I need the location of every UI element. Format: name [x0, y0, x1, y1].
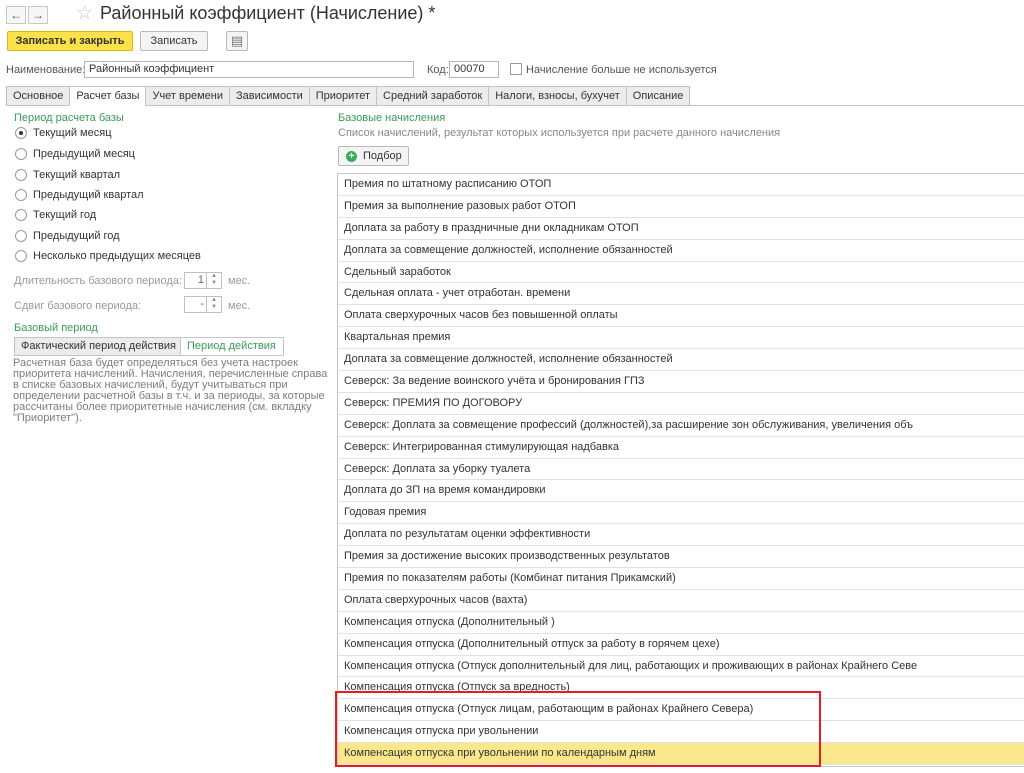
period-option-label: Текущий квартал [33, 169, 121, 181]
report-button[interactable]: ▤ [226, 31, 248, 51]
radio-icon [15, 148, 27, 160]
duration-stepper[interactable]: 1 ▲ ▼ [184, 272, 222, 289]
list-item[interactable]: Оплата сверхурочных часов без повышенной… [338, 305, 1024, 328]
shift-value: - [200, 298, 204, 310]
add-plus-icon: + [346, 150, 357, 162]
period-option-current-month[interactable]: Текущий месяц [15, 125, 112, 141]
period-option-current-quarter[interactable]: Текущий квартал [15, 167, 120, 183]
base-accruals-title: Базовые начисления [338, 112, 446, 124]
list-item[interactable]: Доплата по результатам оценки эффективно… [338, 524, 1024, 547]
period-option-label: Предыдущий месяц [33, 148, 135, 160]
list-item[interactable]: Доплата до ЗП на время командировки [338, 480, 1024, 503]
tab-bar: Основное Расчет базы Учет времени Зависи… [6, 86, 691, 106]
favorite-star-icon[interactable]: ☆ [76, 2, 93, 25]
list-item[interactable]: Премия по показателям работы (Комбинат п… [338, 568, 1024, 590]
list-item[interactable]: Компенсация отпуска при увольнении по ка… [338, 743, 1024, 766]
select-button[interactable]: + Подбор [338, 146, 409, 166]
list-item[interactable]: Премия по штатному расписанию ОТОП [338, 174, 1024, 196]
list-item[interactable]: Доплата за совмещение должностей, исполн… [338, 240, 1024, 262]
tab-taxes-accounting[interactable]: Налоги, взносы, бухучет [488, 86, 626, 106]
forward-arrow-icon: → [32, 8, 44, 22]
list-item[interactable]: Северск: Доплата за совмещение профессий… [338, 415, 1024, 437]
back-button[interactable]: ← [6, 6, 26, 24]
back-arrow-icon: ← [10, 8, 22, 22]
period-option-previous-quarter[interactable]: Предыдущий квартал [15, 187, 144, 203]
tab-average-earnings[interactable]: Средний заработок [376, 86, 489, 106]
actual-period-button[interactable]: Фактический период действия [14, 337, 181, 356]
select-button-label: Подбор [363, 150, 402, 162]
list-item[interactable]: Сдельный заработок [338, 262, 1024, 284]
list-item[interactable]: Доплата за работу в праздничные дни окла… [338, 218, 1024, 240]
tab-main[interactable]: Основное [6, 86, 70, 106]
period-option-label: Текущий месяц [33, 127, 112, 139]
action-period-button[interactable]: Период действия [180, 337, 284, 356]
tab-priority[interactable]: Приоритет [308, 86, 377, 106]
list-item[interactable]: Компенсация отпуска (Отпуск лицам, работ… [338, 699, 1024, 722]
radio-icon [15, 250, 27, 262]
duration-value: 1 [197, 274, 204, 286]
list-item[interactable]: Премия за достижение высоких производств… [338, 546, 1024, 569]
period-section-title: Период расчета базы [14, 112, 124, 124]
unused-checkbox-label: Начисление больше не используется [526, 64, 717, 76]
duration-label: Длительность базового периода: [14, 275, 183, 287]
list-item[interactable]: Компенсация отпуска (Отпуск дополнительн… [338, 656, 1024, 678]
period-option-previous-year[interactable]: Предыдущий год [15, 228, 120, 244]
stepper-arrows-icon[interactable]: ▲ ▼ [206, 297, 221, 312]
base-period-note: Расчетная база будет определяться без уч… [13, 357, 328, 424]
base-period-title: Базовый период [14, 322, 98, 334]
list-item[interactable]: Премия за выполнение разовых работ ОТОП [338, 196, 1024, 218]
radio-icon [15, 169, 27, 181]
list-item[interactable]: Компенсация отпуска (Дополнительный ) [338, 612, 1024, 634]
period-option-label: Предыдущий год [33, 230, 120, 242]
period-option-several-months[interactable]: Несколько предыдущих месяцев [15, 248, 201, 264]
code-label: Код: [427, 64, 449, 76]
stepper-arrows-icon[interactable]: ▲ ▼ [206, 273, 221, 288]
tab-time-tracking[interactable]: Учет времени [145, 86, 229, 106]
list-item[interactable]: Оплата сверхурочных часов (вахта) [338, 590, 1024, 612]
tab-base-calculation[interactable]: Расчет базы [69, 86, 146, 106]
list-item[interactable]: Компенсация отпуска (Отпуск за вредность… [338, 677, 1024, 700]
name-field[interactable]: Районный коэффициент [84, 61, 414, 78]
radio-icon [15, 189, 27, 201]
list-item[interactable]: Северск: Доплата за уборку туалета [338, 459, 1024, 481]
list-item[interactable]: Северск: Интегрированная стимулирующая н… [338, 437, 1024, 459]
tab-description[interactable]: Описание [625, 86, 691, 106]
period-option-label: Несколько предыдущих месяцев [33, 250, 201, 262]
list-item[interactable]: Квартальная премия [338, 327, 1024, 350]
radio-selected-icon [15, 127, 27, 139]
shift-stepper[interactable]: - ▲ ▼ [184, 296, 222, 313]
window-title: Районный коэффициент (Начисление) * [100, 3, 436, 23]
forward-button[interactable]: → [28, 6, 48, 24]
save-and-close-button[interactable]: Записать и закрыть [7, 31, 133, 51]
list-item[interactable]: Компенсация отпуска при увольнении [338, 721, 1024, 744]
period-option-current-year[interactable]: Текущий год [15, 207, 96, 223]
period-option-previous-month[interactable]: Предыдущий месяц [15, 146, 135, 162]
list-item[interactable]: Северск: ПРЕМИЯ ПО ДОГОВОРУ [338, 393, 1024, 415]
list-item[interactable]: Северск: За ведение воинского учёта и бр… [338, 371, 1024, 393]
radio-icon [15, 230, 27, 242]
name-label: Наименование: [6, 64, 86, 76]
duration-unit: мес. [228, 275, 251, 287]
shift-unit: мес. [228, 300, 251, 312]
radio-icon [15, 209, 27, 221]
base-accruals-subtitle: Список начислений, результат которых исп… [338, 127, 781, 139]
list-item[interactable]: Компенсация отпуска (Дополнительный отпу… [338, 634, 1024, 656]
save-button[interactable]: Записать [140, 31, 208, 51]
shift-label: Сдвиг базового периода: [14, 300, 142, 312]
code-field[interactable]: 00070 [449, 61, 499, 78]
period-option-label: Текущий год [33, 209, 97, 221]
unused-checkbox[interactable] [510, 63, 522, 75]
document-list-icon: ▤ [230, 33, 244, 48]
period-option-label: Предыдущий квартал [33, 189, 144, 201]
tab-dependencies[interactable]: Зависимости [229, 86, 309, 106]
list-item[interactable]: Годовая премия [338, 502, 1024, 525]
base-accruals-list[interactable]: Премия по штатному расписанию ОТОП Премия… [337, 173, 1024, 767]
list-item[interactable]: Сдельная оплата - учет отработан. времен… [338, 283, 1024, 306]
list-item[interactable]: Доплата за совмещение должностей, исполн… [338, 349, 1024, 372]
